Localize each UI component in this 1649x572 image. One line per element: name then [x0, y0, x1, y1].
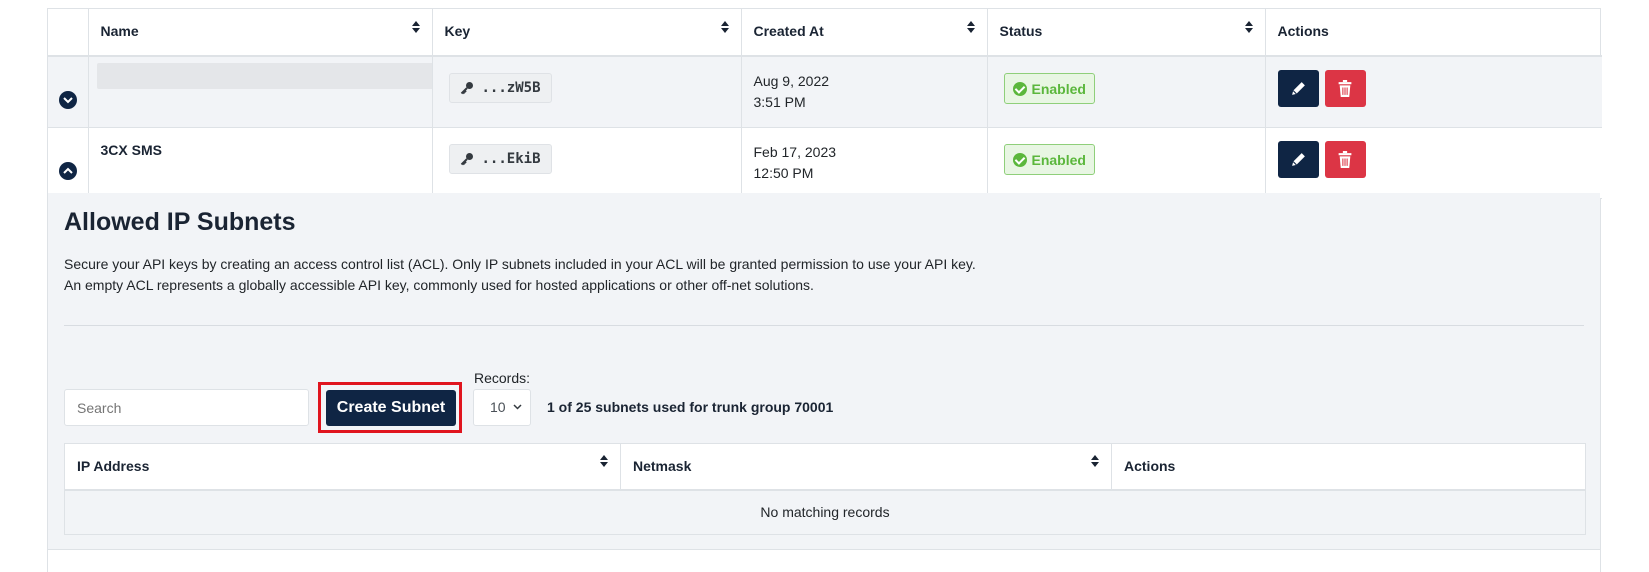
expand-cell [48, 127, 89, 199]
created-cell: Feb 17, 2023 12:50 PM [741, 127, 988, 199]
name-cell: 3CX SMS [88, 127, 433, 199]
pencil-icon [1291, 82, 1305, 95]
expand-cell [48, 56, 89, 128]
create-subnet-button[interactable]: Create Subnet [326, 390, 456, 426]
delete-button[interactable] [1324, 141, 1366, 178]
sort-icon[interactable] [1091, 455, 1099, 469]
subnet-actions-column-header: Actions [1111, 443, 1586, 491]
table-row: 3CX SMS ...EkiB Feb 17, 2023 12:50 PM En… [48, 127, 1602, 199]
records-label: Records: [474, 370, 531, 386]
delete-button[interactable] [1324, 70, 1366, 107]
trash-icon [1338, 80, 1352, 97]
records-select[interactable]: 10 [473, 389, 531, 426]
status-cell: Enabled [987, 127, 1266, 199]
actions-column-header: Actions [1265, 9, 1602, 57]
sort-icon[interactable] [600, 455, 608, 469]
subnets-table: IP Address Netmask Actions No matching r… [64, 443, 1586, 535]
sort-icon[interactable] [720, 21, 729, 35]
search-input[interactable] [64, 389, 309, 426]
api-key-display: ...EkiB [448, 144, 552, 174]
check-circle-icon [1012, 152, 1027, 167]
allowed-subnets-panel: Allowed IP Subnets Secure your API keys … [48, 193, 1600, 550]
created-cell: Aug 9, 2022 3:51 PM [741, 56, 988, 128]
edit-button[interactable] [1277, 70, 1319, 107]
chevron-down-icon[interactable] [58, 90, 77, 109]
sort-icon[interactable] [966, 21, 975, 35]
table-row: No matching records [64, 489, 1586, 535]
api-keys-container: Name Key Created At Status Actions ...zW… [47, 8, 1602, 572]
api-keys-table: Name Key Created At Status Actions ...zW… [48, 9, 1602, 199]
chevron-up-icon[interactable] [58, 161, 77, 180]
chevron-down-icon [513, 404, 522, 410]
sort-icon[interactable] [411, 21, 420, 35]
table-header-row: IP Address Netmask Actions [64, 443, 1586, 491]
actions-cell [1265, 56, 1602, 128]
sort-icon[interactable] [1244, 21, 1253, 35]
empty-state: No matching records [64, 489, 1586, 535]
divider [64, 325, 1584, 326]
expand-column-header [48, 9, 89, 57]
status-column-header[interactable]: Status [987, 9, 1266, 57]
name-column-header[interactable]: Name [88, 9, 433, 57]
panel-description-line2: An empty ACL represents a globally acces… [64, 277, 814, 293]
key-column-header[interactable]: Key [432, 9, 742, 57]
key-icon [460, 82, 473, 95]
actions-cell [1265, 127, 1602, 199]
ip-address-column-header[interactable]: IP Address [64, 443, 621, 491]
key-cell: ...zW5B [432, 56, 742, 128]
panel-description-line1: Secure your API keys by creating an acce… [64, 256, 976, 272]
status-badge: Enabled [1003, 73, 1095, 104]
name-cell [88, 56, 441, 128]
key-cell: ...EkiB [432, 127, 742, 199]
status-badge: Enabled [1003, 144, 1095, 175]
panel-title: Allowed IP Subnets [64, 208, 296, 236]
trash-icon [1338, 151, 1352, 168]
edit-button[interactable] [1277, 141, 1319, 178]
key-icon [460, 153, 473, 166]
table-row: ...zW5B Aug 9, 2022 3:51 PM Enabled [48, 56, 1602, 128]
table-header-row: Name Key Created At Status Actions [48, 9, 1602, 57]
netmask-column-header[interactable]: Netmask [620, 443, 1112, 491]
check-circle-icon [1012, 81, 1027, 96]
status-cell: Enabled [987, 56, 1266, 128]
redacted-name [96, 63, 441, 89]
pencil-icon [1291, 153, 1305, 166]
subnet-usage-text: 1 of 25 subnets used for trunk group 700… [547, 399, 834, 415]
created-column-header[interactable]: Created At [741, 9, 988, 57]
api-key-display: ...zW5B [448, 73, 552, 103]
